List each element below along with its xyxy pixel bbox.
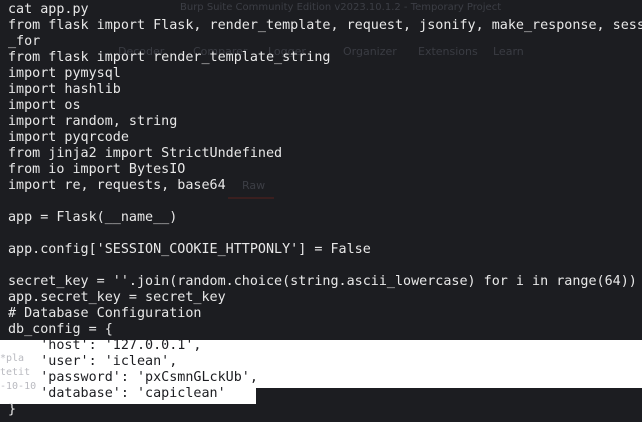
terminal-line-selected: 'password': 'pxCsmnGLckUb',: [8, 370, 258, 385]
terminal-line: import hashlib: [8, 82, 121, 97]
terminal-line: secret_key = ''.join(random.choice(strin…: [8, 274, 637, 289]
terminal-line: }: [8, 402, 17, 417]
terminal-line: from jinja2 import StrictUndefined: [8, 146, 283, 161]
terminal-line: db_config = {: [8, 322, 113, 337]
terminal-line: _for: [8, 34, 41, 49]
terminal-line: app.config['SESSION_COOKIE_HTTPONLY'] = …: [8, 242, 371, 257]
terminal-window[interactable]: Burp Suite Community Edition v2023.10.1.…: [0, 0, 642, 422]
terminal-line-selected: 'database': 'capiclean': [8, 386, 226, 401]
terminal-line: import random, string: [8, 114, 178, 129]
terminal-line: from flask import Flask, render_template…: [8, 18, 642, 33]
terminal-line: import re, requests, base64: [8, 178, 226, 193]
terminal-output[interactable]: cat app.py from flask import Flask, rend…: [8, 2, 642, 418]
terminal-line-selected: 'user': 'iclean',: [8, 354, 178, 369]
terminal-line: from flask import render_template_string: [8, 50, 331, 65]
terminal-line-selected: 'host': '127.0.0.1',: [8, 338, 202, 353]
terminal-line: cat app.py: [8, 2, 89, 17]
terminal-line: app.secret_key = secret_key: [8, 290, 226, 305]
terminal-line: import pymysql: [8, 66, 121, 81]
terminal-line: import os: [8, 98, 81, 113]
terminal-line: # Database Configuration: [8, 306, 202, 321]
terminal-line: app = Flask(__name__): [8, 210, 178, 225]
terminal-line: import pyqrcode: [8, 130, 129, 145]
terminal-line: from io import BytesIO: [8, 162, 186, 177]
